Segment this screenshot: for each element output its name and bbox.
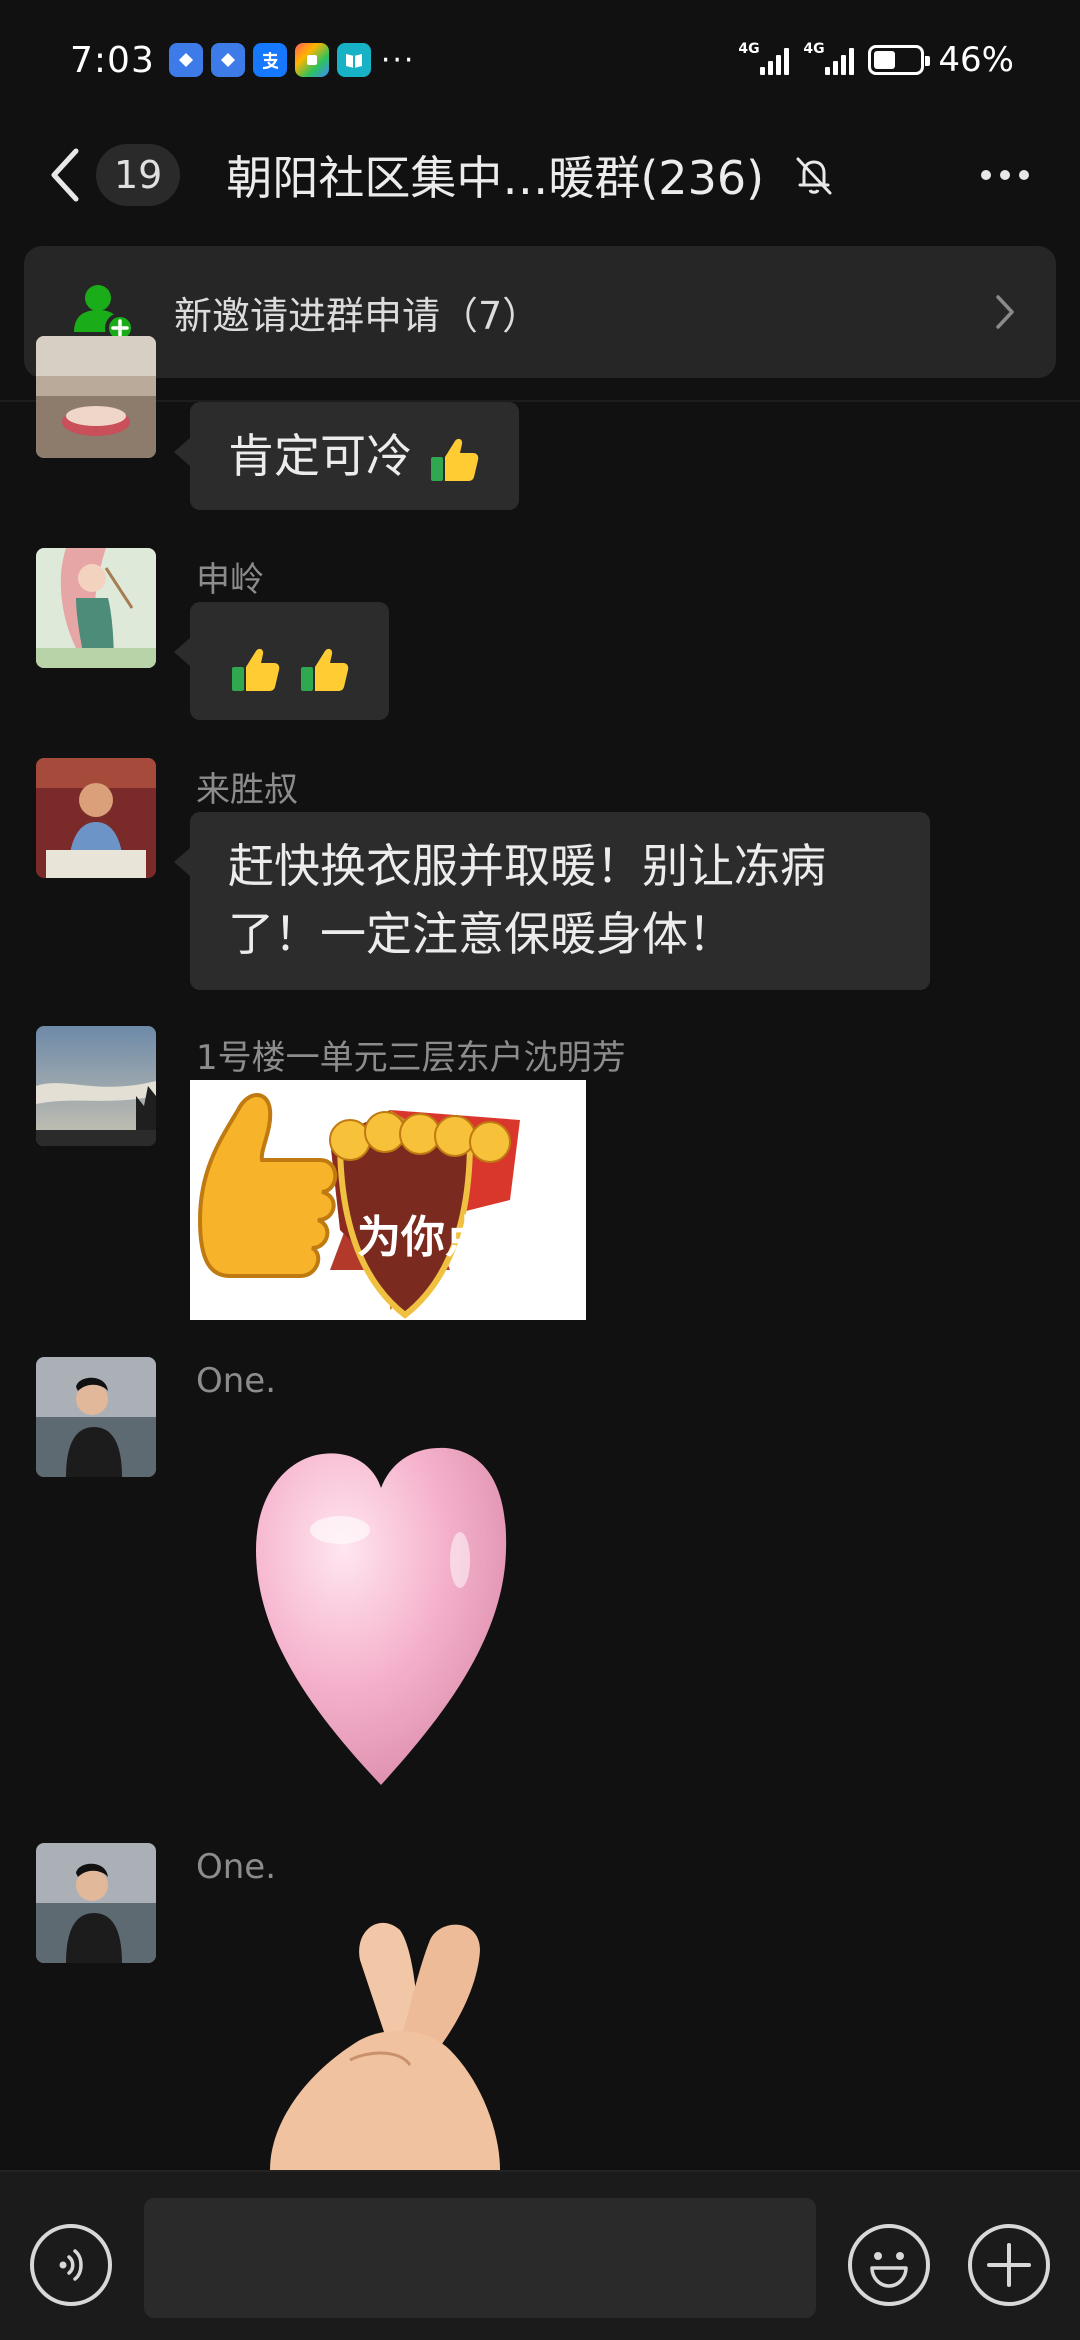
thumbs-up-emoji-icon <box>430 438 478 481</box>
sender-name: 来胜叔 <box>196 770 298 810</box>
thumbs-up-emoji-icon <box>232 648 280 691</box>
message-text-line: 了！一定注意保暖身体！ <box>228 907 734 961</box>
more-notifications-indicator: ··· <box>380 42 416 78</box>
pink-heart-sticker[interactable] <box>250 1440 512 1792</box>
sender-name: One. <box>196 1361 277 1401</box>
plus-icon <box>987 2243 1031 2287</box>
signal-icon-1: 4G <box>738 41 790 75</box>
notification-icons <box>168 43 371 77</box>
sender-name: One. <box>196 1847 277 1887</box>
chat-header: 19 朝阳社区集中…暖群(236) <box>0 130 1080 220</box>
signal-icon-2: 4G <box>803 41 855 75</box>
dot <box>1019 170 1029 180</box>
avatar-image <box>36 1843 156 1963</box>
input-bar <box>0 2170 1080 2340</box>
divider <box>0 400 1080 402</box>
voice-icon <box>59 2249 83 2281</box>
avatar-image <box>36 548 156 668</box>
sticker-caption: 为你点赞 <box>357 1212 533 1263</box>
avatar[interactable] <box>36 1843 156 1963</box>
chevron-right-icon <box>996 295 1014 329</box>
chat-screen: 7:03 ··· 4G 4G 46% 19 朝阳社区集中…暖群(236) 新邀请… <box>0 0 1080 2340</box>
heart-icon <box>256 1447 507 1785</box>
status-bar: 7:03 ··· 4G 4G 46% <box>0 0 1080 120</box>
avatar-image <box>36 758 156 878</box>
finger-heart-sticker[interactable] <box>250 1900 550 2170</box>
back-button[interactable] <box>40 140 90 210</box>
more-options-button[interactable] <box>970 145 1040 205</box>
emoji-icon <box>870 2252 908 2288</box>
unread-count-badge[interactable]: 19 <box>96 144 181 206</box>
message-text: 肯定可冷 <box>228 429 412 483</box>
status-indicators: 4G 4G 46% <box>738 40 1014 80</box>
more-functions-button[interactable] <box>968 2224 1050 2306</box>
finger-heart-icon <box>270 1922 500 2170</box>
like-sticker[interactable]: 为你点赞 <box>190 1080 586 1320</box>
invite-requests-banner[interactable]: 新邀请进群申请（7） <box>24 246 1056 378</box>
thumbs-up-emoji-icon <box>300 648 348 691</box>
avatar[interactable] <box>36 758 156 878</box>
dot <box>1000 170 1010 180</box>
app-icon-blue-2 <box>210 43 245 77</box>
network-type-label: 4G <box>738 41 760 57</box>
avatar[interactable] <box>36 1026 156 1146</box>
battery-icon <box>868 45 931 75</box>
voice-input-button[interactable] <box>30 2224 112 2306</box>
message-input[interactable] <box>144 2198 816 2318</box>
dot <box>981 170 991 180</box>
battery-fill <box>874 51 895 69</box>
mute-bell-icon <box>796 157 832 195</box>
message-bubble[interactable]: 肯定可冷 <box>174 402 519 510</box>
avatar-image <box>36 1026 156 1146</box>
sender-name: 申岭 <box>196 560 264 600</box>
emoji-button[interactable] <box>848 2224 930 2306</box>
avatar[interactable] <box>36 548 156 668</box>
message-bubble[interactable] <box>174 602 389 720</box>
avatar-image <box>36 1357 156 1477</box>
app-icon-blue-1 <box>168 43 203 77</box>
chevron-left-icon <box>51 148 79 202</box>
status-time: 7:03 <box>70 39 155 81</box>
battery-percent: 46% <box>938 40 1014 80</box>
invite-requests-label: 新邀请进群申请（7） <box>174 293 541 338</box>
message-bubble[interactable]: 赶快换衣服并取暖！别让冻病 了！一定注意保暖身体！ <box>174 812 930 990</box>
message-text-line: 赶快换衣服并取暖！别让冻病 <box>228 839 826 893</box>
colorful-app-icon <box>294 43 329 77</box>
avatar[interactable] <box>36 336 156 458</box>
reader-icon <box>336 43 371 77</box>
sender-name: 1号楼一单元三层东户沈明芳 <box>196 1038 626 1078</box>
chat-title: 朝阳社区集中…暖群(236) <box>226 151 765 205</box>
avatar-image <box>36 336 156 458</box>
network-type-label: 4G <box>803 41 825 57</box>
thumbs-up-sticker-image: 为你点赞 <box>190 1080 586 1320</box>
avatar[interactable] <box>36 1357 156 1477</box>
alipay-icon <box>252 43 287 77</box>
